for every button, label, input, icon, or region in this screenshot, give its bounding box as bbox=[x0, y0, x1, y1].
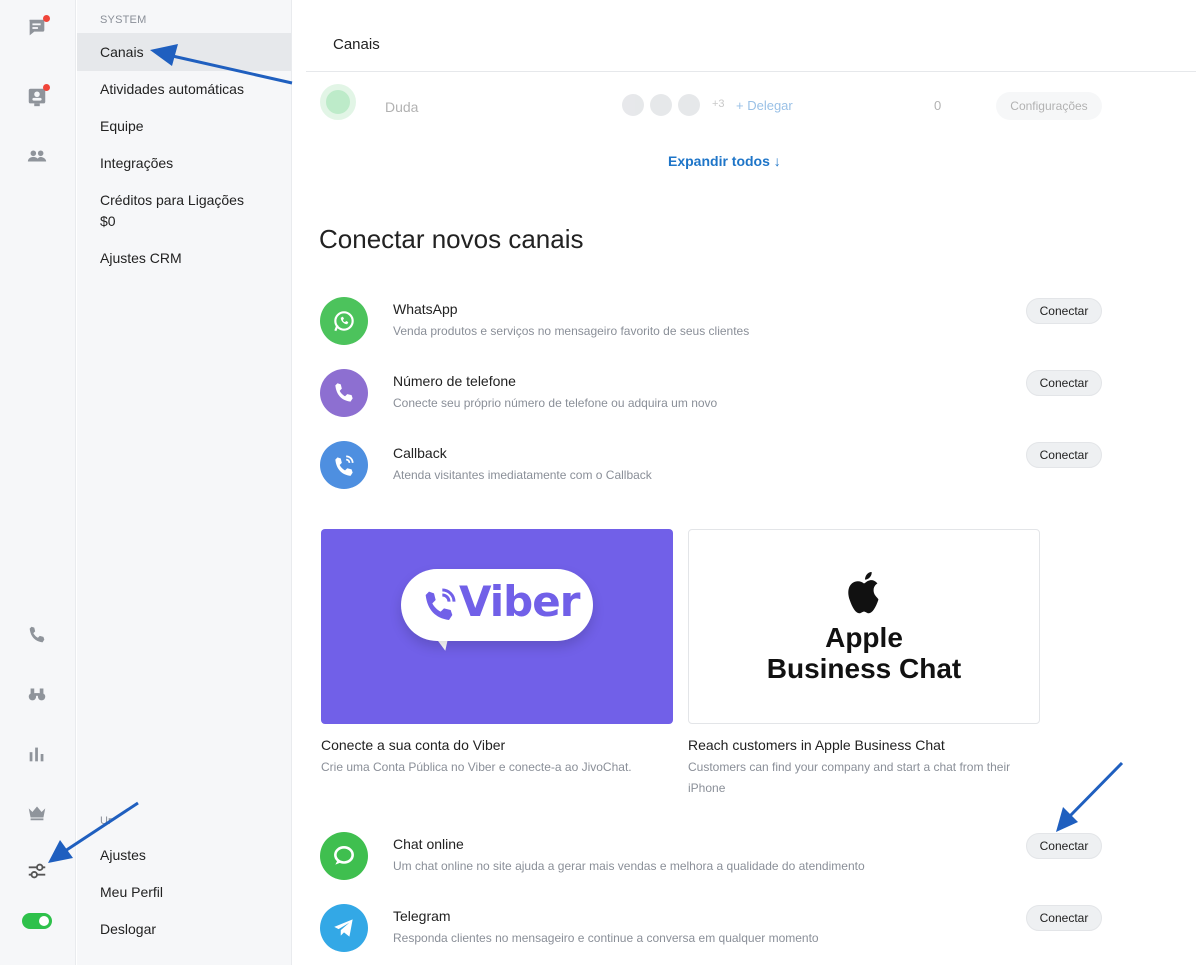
crown-icon[interactable] bbox=[22, 797, 52, 827]
apple-logo-line1: Apple bbox=[825, 622, 903, 653]
menu-item-label: Canais bbox=[100, 44, 144, 60]
viber-phone-icon bbox=[425, 588, 456, 620]
channel-whatsapp: WhatsApp Venda produtos e serviços no me… bbox=[320, 297, 1110, 349]
connect-button[interactable]: Conectar bbox=[1026, 298, 1102, 324]
menu-item-label: Créditos para Ligações bbox=[100, 192, 244, 208]
whatsapp-icon bbox=[320, 297, 368, 345]
menu-section-system: SYSTEM bbox=[100, 14, 147, 26]
menu-item-ajustes[interactable]: Ajustes bbox=[77, 845, 291, 866]
phone-icon bbox=[320, 369, 368, 417]
channel-desc: Conecte seu próprio número de telefone o… bbox=[393, 396, 718, 410]
expand-all-link[interactable]: Expandir todos ↓ bbox=[668, 153, 781, 169]
channel-title: Chat online bbox=[393, 836, 464, 852]
connect-button[interactable]: Conectar bbox=[1026, 905, 1102, 931]
viber-card[interactable]: Viber bbox=[321, 529, 673, 724]
menu-item-canais[interactable]: Canais bbox=[77, 33, 291, 71]
section-title: Conectar novos canais bbox=[319, 224, 584, 254]
channel-title: WhatsApp bbox=[393, 301, 458, 317]
menu-item-label: Integrações bbox=[100, 155, 174, 171]
channel-desc: Responda clientes no mensageiro e contin… bbox=[393, 931, 819, 945]
status-toggle-icon[interactable] bbox=[22, 906, 52, 936]
callback-icon bbox=[320, 441, 368, 489]
menu-item-creditos[interactable]: Créditos para Ligações $0 bbox=[77, 190, 291, 232]
menu-item-ajustes-crm[interactable]: Ajustes CRM bbox=[77, 248, 291, 269]
telegram-icon bbox=[320, 904, 368, 952]
channel-telegram: Telegram Responda clientes no mensageiro… bbox=[320, 904, 1110, 956]
credits-value: $0 bbox=[100, 213, 116, 229]
page-title: Canais bbox=[333, 36, 380, 53]
binoculars-icon[interactable] bbox=[22, 679, 52, 709]
channel-desc: Um chat online no site ajuda a gerar mai… bbox=[393, 859, 865, 873]
app-root: SYSTEM Canais Atividades automáticas Equ… bbox=[0, 0, 1196, 965]
channel-title: Callback bbox=[393, 445, 447, 461]
chat-bubble-icon bbox=[320, 832, 368, 880]
menu-item-label: Equipe bbox=[100, 118, 144, 134]
chat-icon[interactable] bbox=[22, 13, 52, 43]
menu-item-label: Ajustes bbox=[100, 847, 146, 863]
delegate-link[interactable]: + Delegar bbox=[736, 98, 793, 113]
channel-phone: Número de telefone Conecte seu próprio n… bbox=[320, 369, 1110, 421]
agent-avatar bbox=[678, 94, 700, 116]
connect-button[interactable]: Conectar bbox=[1026, 370, 1102, 396]
team-icon[interactable] bbox=[22, 141, 52, 171]
menu-item-integracoes[interactable]: Integrações bbox=[77, 153, 291, 174]
connect-button[interactable]: Conectar bbox=[1026, 442, 1102, 468]
channel-count: 0 bbox=[934, 98, 942, 113]
menu-item-label: Meu Perfil bbox=[100, 884, 164, 900]
notification-dot bbox=[43, 15, 50, 22]
channel-chat-online: Chat online Um chat online no site ajuda… bbox=[320, 832, 1110, 884]
apple-logo-icon bbox=[848, 572, 879, 614]
header-divider bbox=[306, 71, 1196, 72]
channel-callback: Callback Atenda visitantes imediatamente… bbox=[320, 441, 1110, 493]
channel-title: Telegram bbox=[393, 908, 451, 924]
channel-avatar bbox=[320, 84, 356, 120]
main-content: Canais Duda +3 + Delegar 0 Configurações… bbox=[292, 0, 1196, 965]
connect-button[interactable]: Conectar bbox=[1026, 833, 1102, 859]
menu-section-user: Ur bbox=[100, 815, 112, 827]
viber-logo-text: Viber bbox=[459, 577, 580, 626]
apple-logo-line2: Business Chat bbox=[766, 653, 962, 684]
notification-dot bbox=[43, 84, 50, 91]
channel-title: Número de telefone bbox=[393, 373, 516, 389]
menu-item-label: Ajustes CRM bbox=[100, 250, 182, 266]
viber-card-desc: Crie uma Conta Pública no Viber e conect… bbox=[321, 760, 632, 774]
menu-item-deslogar[interactable]: Deslogar bbox=[77, 919, 291, 940]
menu-item-label: Atividades automáticas bbox=[100, 81, 244, 97]
menu-item-equipe[interactable]: Equipe bbox=[77, 116, 291, 137]
menu-item-atividades[interactable]: Atividades automáticas bbox=[77, 79, 291, 100]
agent-avatar bbox=[650, 94, 672, 116]
contacts-icon[interactable] bbox=[22, 82, 52, 112]
apple-business-chat-card[interactable]: Apple Business Chat bbox=[688, 529, 1040, 724]
agent-avatar bbox=[622, 94, 644, 116]
phone-icon[interactable] bbox=[22, 620, 52, 650]
channel-name: Duda bbox=[385, 99, 419, 115]
apple-card-title: Reach customers in Apple Business Chat bbox=[688, 737, 945, 753]
menu-item-meu-perfil[interactable]: Meu Perfil bbox=[77, 882, 291, 903]
icon-rail bbox=[0, 0, 76, 965]
config-button[interactable]: Configurações bbox=[996, 92, 1102, 120]
channel-desc: Atenda visitantes imediatamente com o Ca… bbox=[393, 468, 652, 482]
settings-sliders-icon[interactable] bbox=[22, 856, 52, 886]
menu-item-label: Deslogar bbox=[100, 921, 157, 937]
settings-menu: SYSTEM Canais Atividades automáticas Equ… bbox=[77, 0, 292, 965]
extra-agents-count: +3 bbox=[712, 98, 725, 110]
channel-desc: Venda produtos e serviços no mensageiro … bbox=[393, 324, 750, 338]
existing-channel-row[interactable]: Duda +3 + Delegar 0 Configurações bbox=[320, 84, 1110, 128]
viber-card-title: Conecte a sua conta do Viber bbox=[321, 737, 506, 753]
apple-card-desc: Customers can find your company and star… bbox=[688, 760, 1011, 795]
chart-icon[interactable] bbox=[22, 739, 52, 769]
apple-logo-text: Apple Business Chat bbox=[689, 622, 1039, 684]
